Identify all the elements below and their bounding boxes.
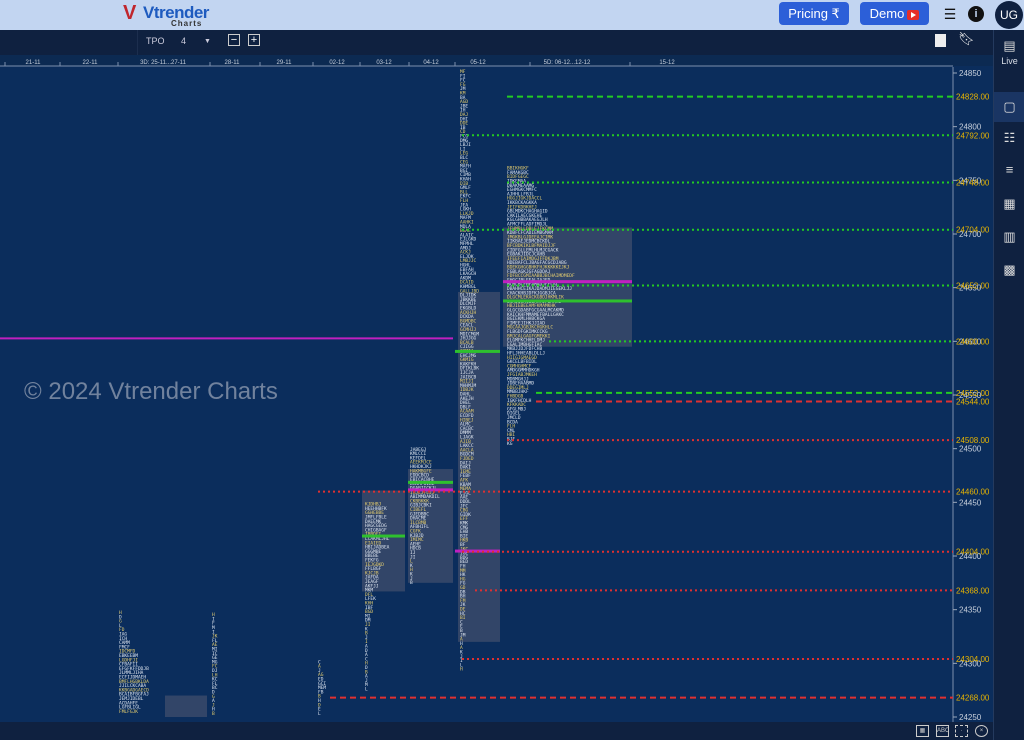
save-icon[interactable] — [935, 34, 946, 47]
chevron-down-icon[interactable]: ▼ — [204, 38, 211, 45]
pricing-button[interactable]: Pricing ₹ — [779, 2, 849, 25]
tpo-row: KG — [507, 441, 513, 447]
poc-marker — [503, 299, 632, 303]
level-label: 24268.00 — [956, 694, 990, 703]
rows-layout-icon[interactable]: ≡ — [994, 156, 1024, 184]
date-label: 5D: 06-12...12-12 — [544, 60, 591, 66]
zoom-in-button[interactable]: + — [248, 34, 260, 46]
tpo-row: L — [365, 686, 368, 692]
notes-icon[interactable]: ☰ — [942, 6, 958, 22]
poc-marker — [503, 280, 632, 284]
date-label: 29-11 — [277, 60, 293, 66]
bookmark-add-icon[interactable]: 🔖︎ — [958, 32, 975, 46]
fit-screen-icon[interactable]: · — [955, 725, 968, 737]
tpo-row: H — [460, 667, 463, 673]
date-label: 02-12 — [329, 60, 345, 66]
tpo-size-select[interactable]: 4 — [181, 36, 186, 46]
split-layout-icon[interactable]: ☷ — [994, 124, 1024, 152]
chart-toolbar: TPO 4 ▼ − + 🔖︎ — [0, 30, 993, 55]
level-label: 24404.00 — [956, 548, 990, 557]
watermark: © 2024 Vtrender Charts — [24, 378, 278, 405]
app-header: V Vtrender Charts Pricing ₹ Demo ☰ i UG — [0, 0, 1024, 30]
level-label: 24652.00 — [956, 282, 990, 291]
date-label: 22-11 — [83, 60, 99, 66]
level-label: 24704.00 — [956, 226, 990, 235]
poc-marker — [408, 480, 453, 484]
poc-marker — [455, 349, 500, 353]
level-label: 24304.00 — [956, 655, 990, 664]
info-icon[interactable]: i — [968, 6, 984, 22]
grid6-layout-icon[interactable]: ▩ — [994, 256, 1024, 284]
value-area-box — [165, 695, 207, 717]
date-label: 15-12 — [659, 60, 675, 66]
logo-mark-icon: V — [123, 2, 137, 24]
price-tick-label: 24350 — [959, 606, 982, 615]
grid-layout-icon[interactable]: ▦ — [994, 190, 1024, 218]
level-label: 24792.00 — [956, 131, 990, 140]
tpo-row: B — [410, 580, 413, 586]
date-label: 28-11 — [225, 60, 241, 66]
demo-label: Demo — [869, 6, 905, 21]
chart-footer: ▦ ABC · × — [0, 722, 993, 740]
level-label: 24544.00 — [956, 397, 990, 406]
level-label: 24368.00 — [956, 586, 990, 595]
tpo-row: L — [318, 711, 321, 717]
date-label: 21-11 — [26, 60, 42, 66]
level-label: 24600.00 — [956, 337, 990, 346]
tpo-row: FMLFGJK — [119, 709, 138, 715]
vtrender-logo[interactable]: V Vtrender Charts — [123, 2, 213, 28]
price-tick-label: 24850 — [959, 69, 982, 78]
level-label: 24508.00 — [956, 436, 990, 445]
zoom-out-button[interactable]: − — [228, 34, 240, 46]
poc-marker — [362, 534, 405, 538]
chart-mode-label: TPO — [146, 36, 165, 46]
level-label: 24460.00 — [956, 488, 990, 497]
abc-toggle-icon[interactable]: ABC — [936, 725, 949, 737]
columns-layout-icon[interactable]: ▥ — [994, 223, 1024, 251]
avatar[interactable]: UG — [995, 1, 1023, 29]
date-label: 03-12 — [376, 60, 392, 66]
right-sidebar: ▤ Live ▢ ☷ ≡ ▦ ▥ ▩ — [993, 30, 1024, 740]
divider — [137, 30, 138, 55]
level-label: 24748.00 — [956, 178, 990, 187]
price-tick-label: 24500 — [959, 445, 982, 454]
date-label: 04-12 — [423, 60, 439, 66]
price-tick-label: 24450 — [959, 498, 982, 507]
date-label: 3D: 25-11...27-11 — [140, 60, 186, 66]
single-layout-icon[interactable]: ▢ — [994, 92, 1024, 122]
live-label: Live — [1001, 56, 1018, 66]
tpo-row: B — [212, 711, 215, 717]
date-label: 05-12 — [470, 60, 486, 66]
demo-button[interactable]: Demo — [860, 2, 929, 25]
price-tick-label: 24250 — [959, 713, 982, 722]
youtube-icon — [907, 9, 920, 20]
close-circle-icon[interactable]: × — [975, 725, 988, 737]
level-label: 24828.00 — [956, 93, 990, 102]
grid-toggle-icon[interactable]: ▦ — [916, 725, 929, 737]
